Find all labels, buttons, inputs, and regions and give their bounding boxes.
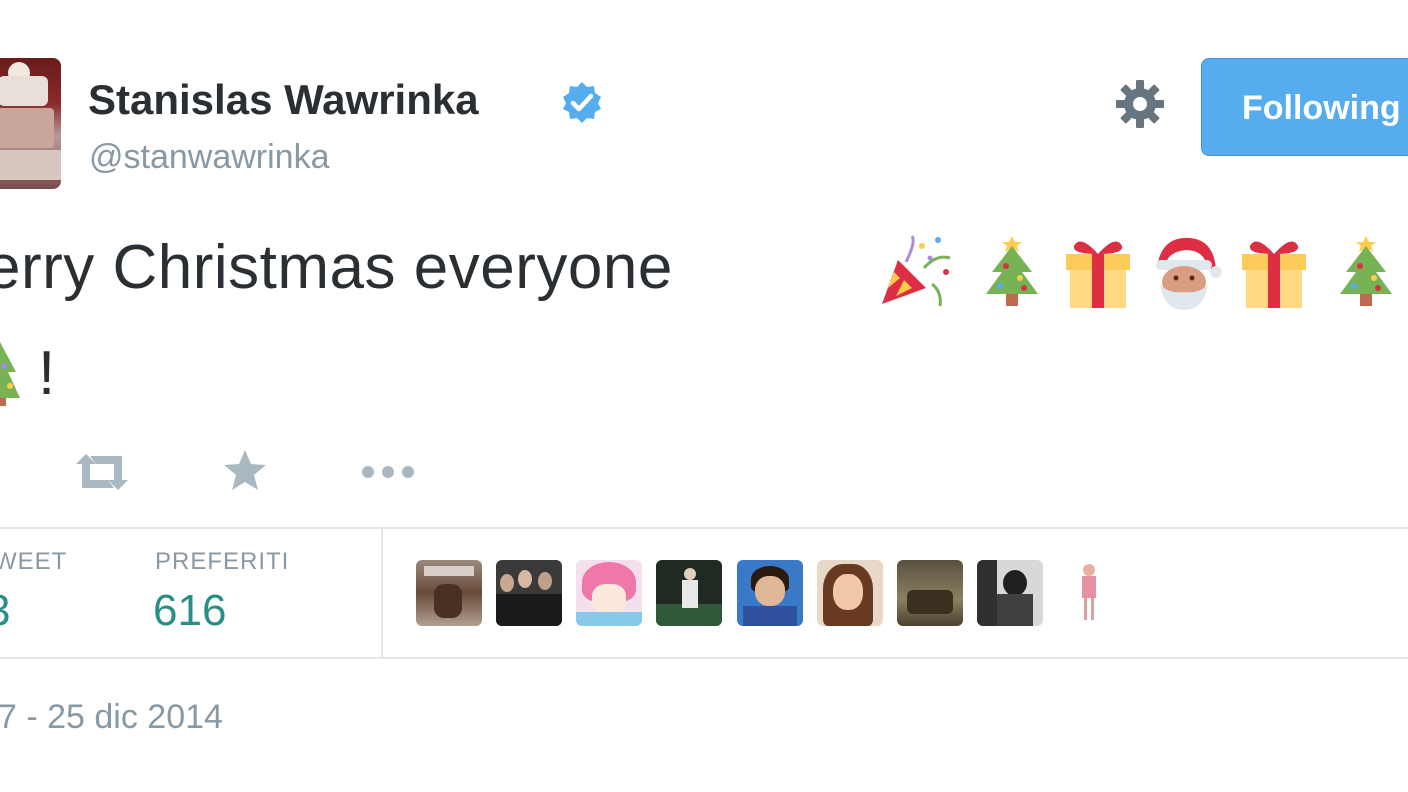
favoriter-avatar[interactable] (977, 560, 1043, 626)
favoriter-avatar[interactable] (656, 560, 722, 626)
author-avatar[interactable] (0, 58, 61, 189)
author-name[interactable]: Stanislas Wawrinka (88, 76, 479, 124)
favoriter-avatar[interactable] (416, 560, 482, 626)
stats-divider-top (0, 527, 1408, 529)
author-handle[interactable]: @stanwawrinka (89, 138, 330, 177)
favorites-count[interactable]: 616 (153, 586, 226, 636)
favorite-star-icon[interactable] (222, 448, 268, 492)
favoriter-avatar[interactable] (897, 560, 963, 626)
favoriter-avatar[interactable] (496, 560, 562, 626)
party-popper-icon (882, 235, 951, 307)
santa-claus-icon (1156, 237, 1222, 310)
christmas-tree-icon (1340, 236, 1392, 306)
retweets-label[interactable]: WEET (0, 548, 67, 576)
wrapped-gift-icon (1066, 241, 1130, 308)
favoriter-avatar[interactable] (817, 560, 883, 626)
tweet-detail: Stanislas Wawrinka @stanwawrinka Followi… (0, 0, 1408, 792)
wrapped-gift-icon (1242, 241, 1306, 308)
tweet-text-line1: erry Christmas everyone (0, 233, 673, 302)
christmas-tree-icon (986, 236, 1038, 306)
stats-divider-vertical (381, 529, 383, 657)
favoriter-avatar[interactable] (576, 560, 642, 626)
favoriter-avatar[interactable] (737, 560, 803, 626)
christmas-tree-icon (0, 342, 20, 406)
tweet-text-line2: ! (38, 339, 56, 408)
retweets-count[interactable]: 3 (0, 586, 10, 636)
tweet-timestamp[interactable]: 7 - 25 dic 2014 (0, 698, 223, 737)
verified-badge-icon (563, 82, 601, 123)
following-button[interactable]: Following (1201, 58, 1408, 156)
retweet-icon[interactable] (72, 450, 132, 494)
favorites-label[interactable]: PREFERITI (155, 548, 289, 576)
stats-divider-bottom (0, 657, 1408, 659)
more-icon[interactable] (360, 460, 416, 484)
gear-icon[interactable] (1114, 78, 1166, 130)
favoriter-avatar[interactable] (1057, 560, 1123, 626)
